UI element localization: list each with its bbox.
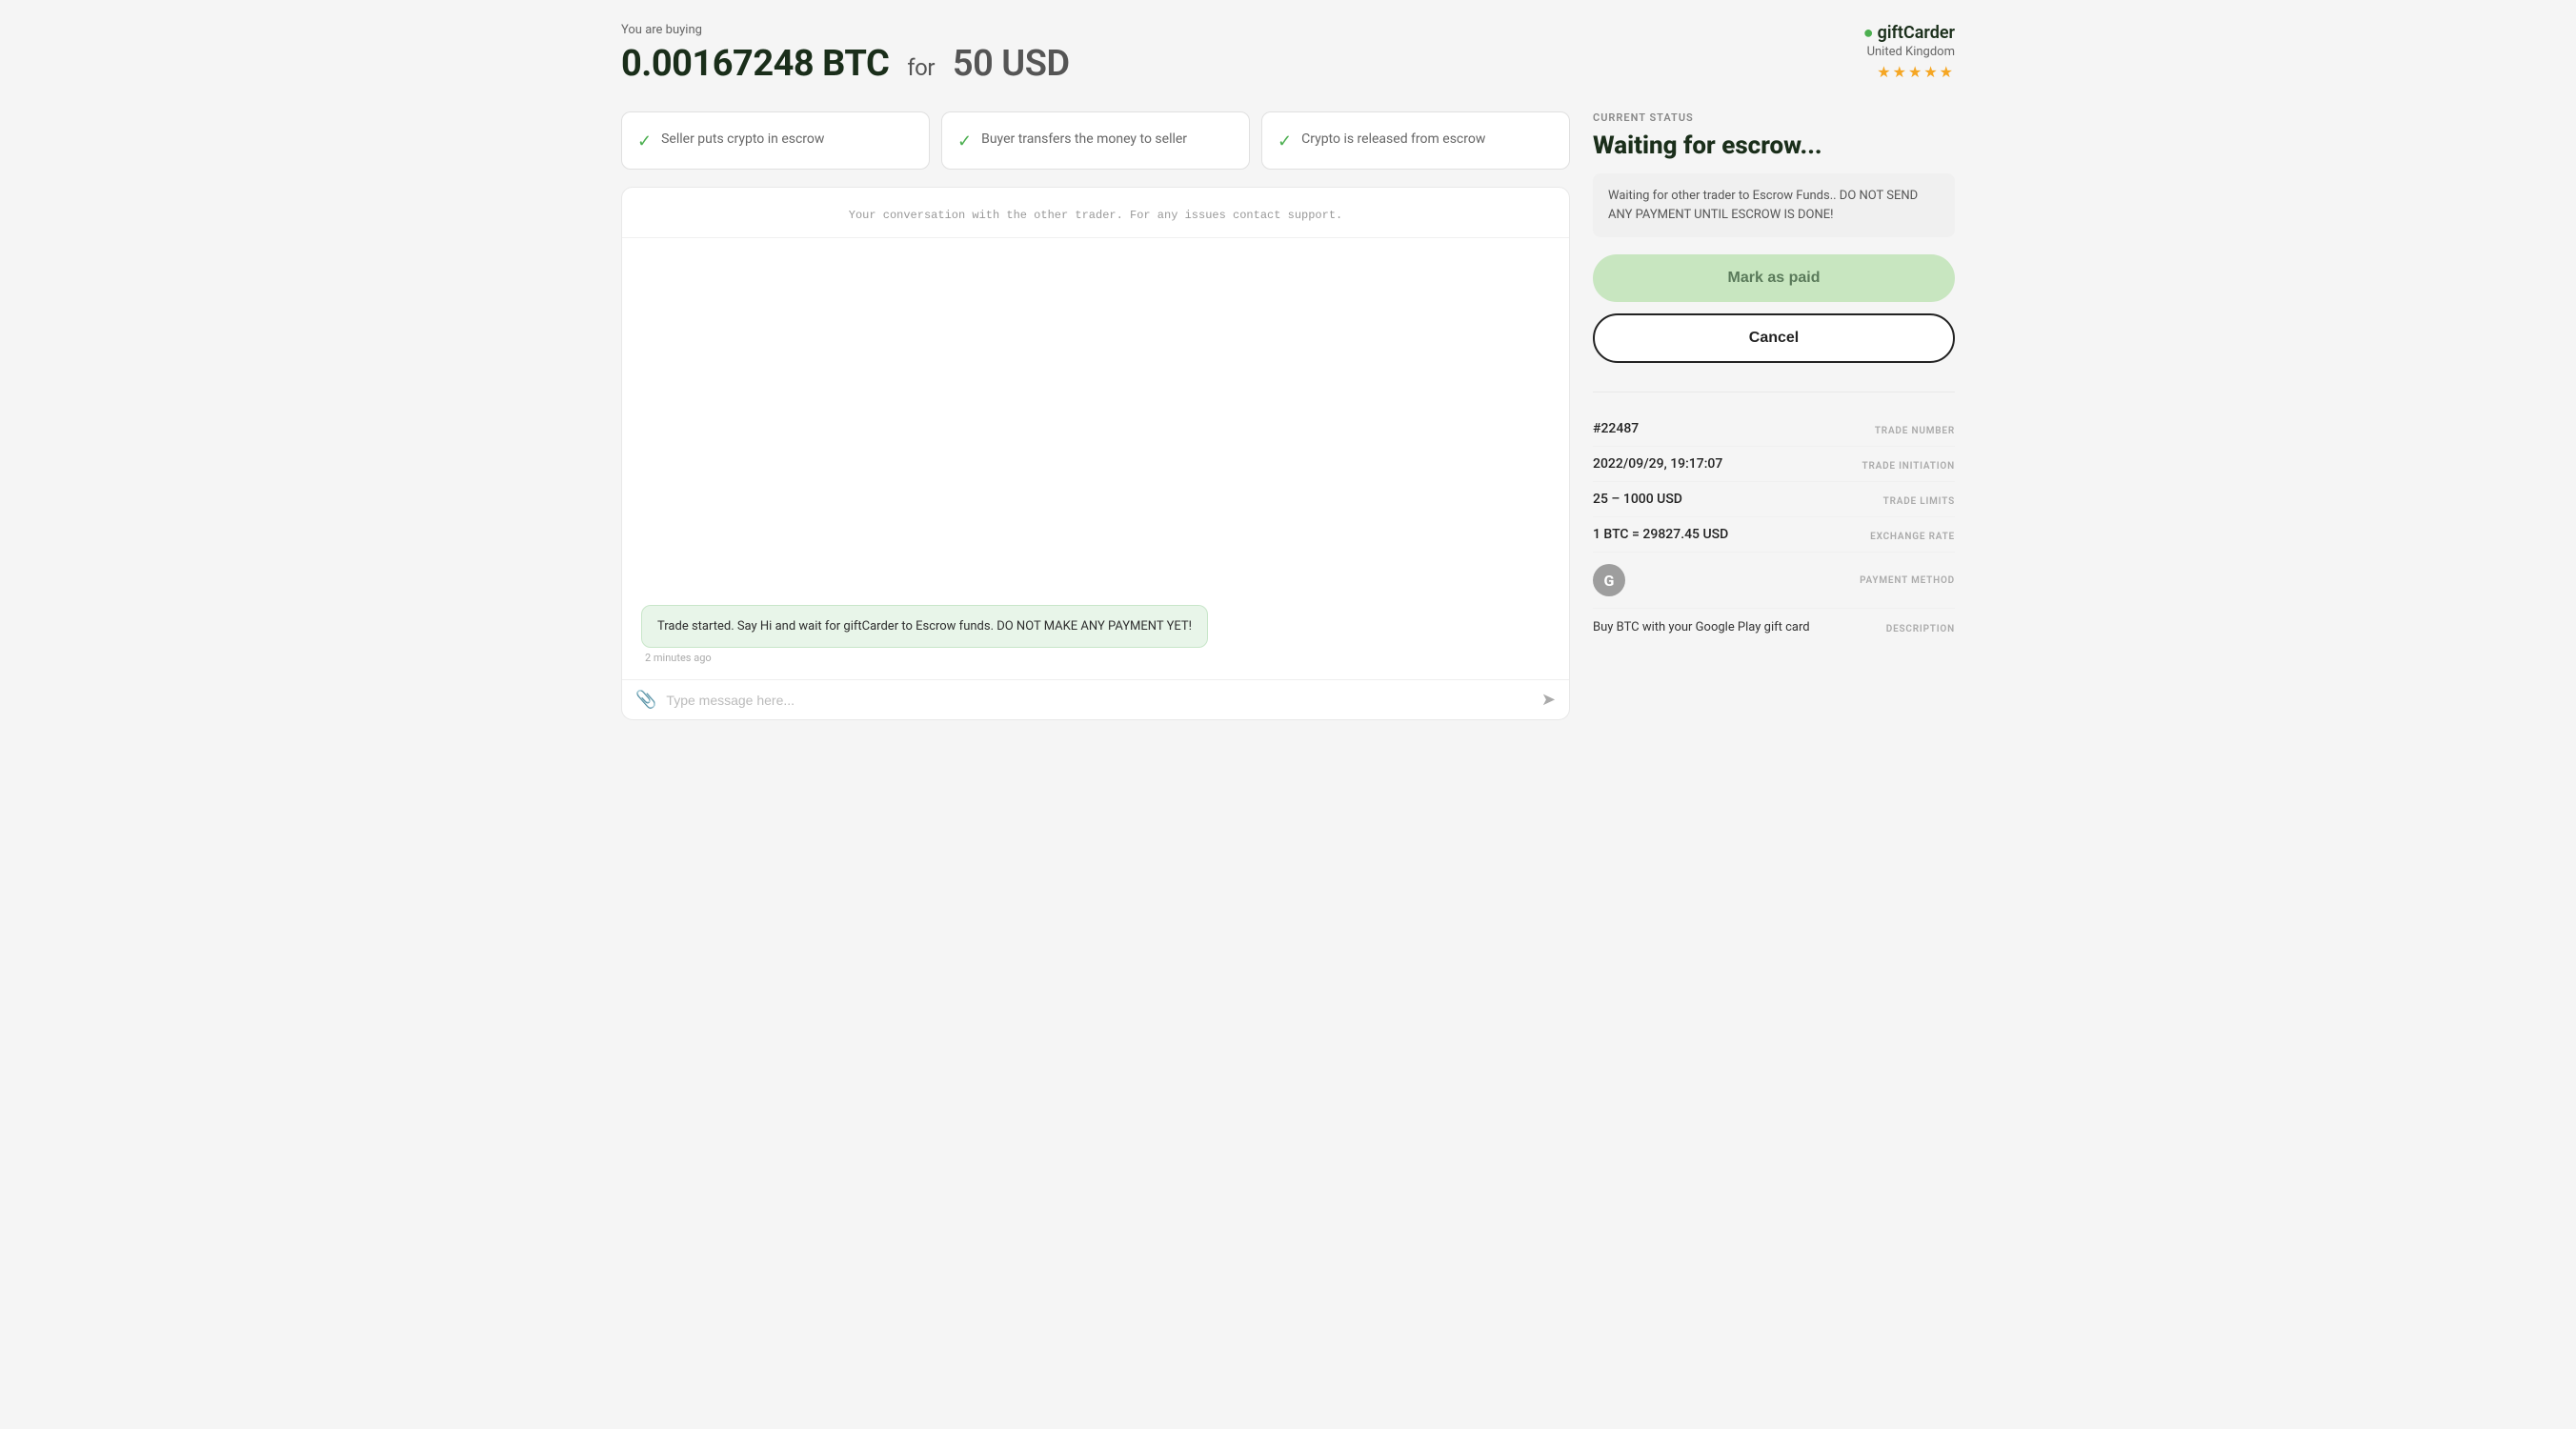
online-dot: ● [1863, 23, 1874, 43]
exchange-rate-value: 1 BTC = 29827.45 USD [1593, 527, 1728, 542]
page-header: You are buying 0.00167248 BTC for 50 USD… [621, 23, 1955, 85]
seller-stars: ★★★★★ [1863, 63, 1955, 81]
trade-initiation-value: 2022/09/29, 19:17:07 [1593, 456, 1722, 472]
step-card-2: ✓ Buyer transfers the money to seller [941, 111, 1250, 170]
step-label-2: Buyer transfers the money to seller [981, 130, 1187, 150]
step-label-1: Seller puts crypto in escrow [661, 130, 824, 150]
chat-container: Your conversation with the other trader.… [621, 187, 1570, 720]
step-label-3: Crypto is released from escrow [1301, 130, 1485, 150]
seller-name: ●giftCarder [1863, 23, 1955, 43]
exchange-rate-label: EXCHANGE RATE [1870, 532, 1955, 542]
left-column: ✓ Seller puts crypto in escrow ✓ Buyer t… [621, 111, 1570, 720]
trade-number-row: #22487 TRADE NUMBER [1593, 412, 1955, 447]
header-right: ●giftCarder United Kingdom ★★★★★ [1863, 23, 1955, 81]
cancel-button[interactable]: Cancel [1593, 313, 1955, 363]
description-row: Buy BTC with your Google Play gift card … [1593, 609, 1955, 646]
chat-bubble: Trade started. Say Hi and wait for giftC… [641, 605, 1208, 649]
fiat-amount: 50 USD [953, 43, 1070, 85]
chat-bubble-wrapper: Trade started. Say Hi and wait for giftC… [641, 605, 1550, 665]
header-left: You are buying 0.00167248 BTC for 50 USD [621, 23, 1070, 85]
chat-time: 2 minutes ago [645, 652, 712, 664]
chat-messages: Trade started. Say Hi and wait for giftC… [622, 238, 1569, 679]
description-label: DESCRIPTION [1886, 624, 1955, 634]
chat-input[interactable] [666, 693, 1531, 708]
exchange-rate-row: 1 BTC = 29827.45 USD EXCHANGE RATE [1593, 517, 1955, 553]
buying-label: You are buying [621, 23, 1070, 37]
status-warning-box: Waiting for other trader to Escrow Funds… [1593, 173, 1955, 237]
send-icon[interactable]: ➤ [1541, 690, 1556, 710]
step-card-1: ✓ Seller puts crypto in escrow [621, 111, 930, 170]
steps-row: ✓ Seller puts crypto in escrow ✓ Buyer t… [621, 111, 1570, 170]
page-wrapper: You are buying 0.00167248 BTC for 50 USD… [621, 23, 1955, 720]
payment-method-icon: G [1593, 564, 1625, 596]
step-check-3: ✓ [1278, 131, 1292, 151]
seller-country: United Kingdom [1863, 45, 1955, 59]
step-card-3: ✓ Crypto is released from escrow [1261, 111, 1570, 170]
main-layout: ✓ Seller puts crypto in escrow ✓ Buyer t… [621, 111, 1955, 720]
payment-method-label: PAYMENT METHOD [1860, 575, 1955, 586]
for-text: for [907, 54, 935, 81]
right-column: CURRENT STATUS Waiting for escrow... Wai… [1593, 111, 1955, 646]
trade-amount: 0.00167248 BTC for 50 USD [621, 43, 1070, 85]
trade-limits-label: TRADE LIMITS [1883, 496, 1955, 507]
attach-icon[interactable]: 📎 [635, 690, 656, 710]
chat-header-note: Your conversation with the other trader.… [622, 188, 1569, 238]
trade-number-value: #22487 [1593, 421, 1639, 436]
trade-initiation-row: 2022/09/29, 19:17:07 TRADE INITIATION [1593, 447, 1955, 482]
trade-details: #22487 TRADE NUMBER 2022/09/29, 19:17:07… [1593, 392, 1955, 646]
payment-method-row: G PAYMENT METHOD [1593, 553, 1955, 609]
trade-limits-value: 25 – 1000 USD [1593, 492, 1682, 507]
description-value: Buy BTC with your Google Play gift card [1593, 620, 1810, 634]
status-title: Waiting for escrow... [1593, 131, 1955, 160]
chat-input-row: 📎 ➤ [622, 679, 1569, 719]
trade-limits-row: 25 – 1000 USD TRADE LIMITS [1593, 482, 1955, 517]
step-check-2: ✓ [957, 131, 972, 151]
mark-as-paid-button[interactable]: Mark as paid [1593, 254, 1955, 302]
step-check-1: ✓ [637, 131, 652, 151]
trade-number-label: TRADE NUMBER [1875, 426, 1955, 436]
current-status-label: CURRENT STATUS [1593, 111, 1955, 124]
trade-initiation-label: TRADE INITIATION [1862, 461, 1955, 472]
crypto-amount: 0.00167248 BTC [621, 43, 889, 85]
